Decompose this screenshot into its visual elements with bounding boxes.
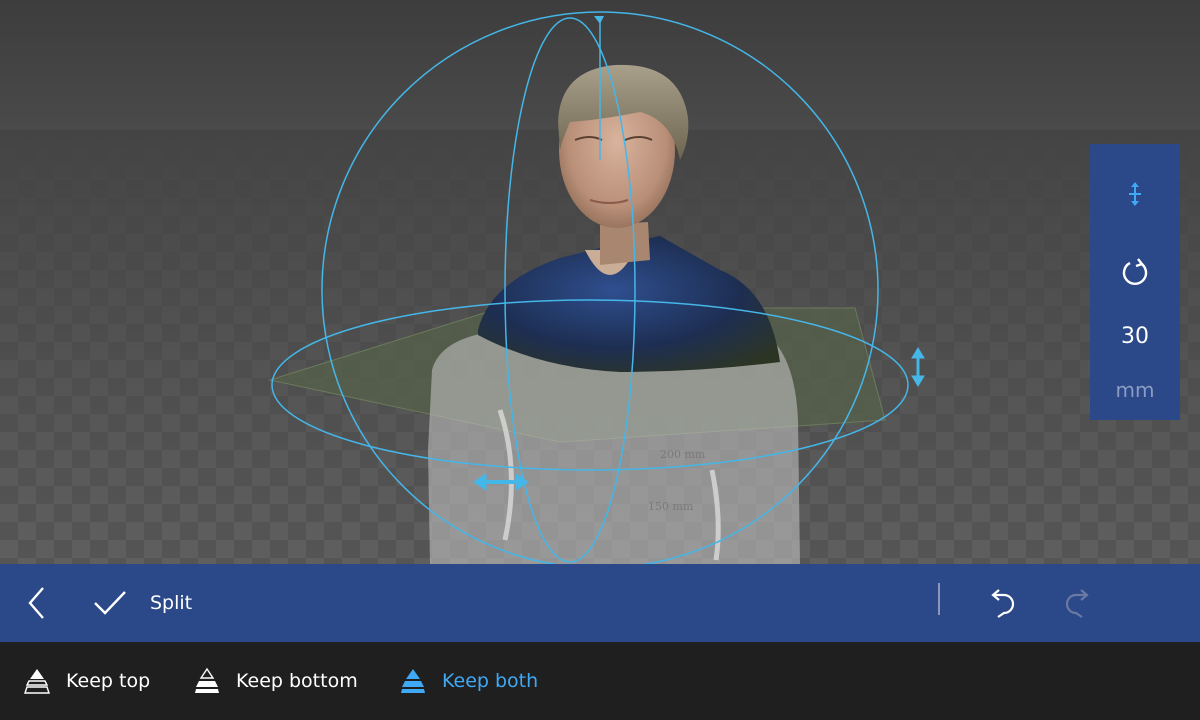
rotate-mode-button[interactable] [1090, 242, 1180, 302]
keep-top-option[interactable]: Keep top [24, 642, 150, 720]
keep-bottom-option[interactable]: Keep bottom [194, 642, 358, 720]
split-options-bar: Keep top Keep bottom Keep both [0, 642, 1200, 720]
rotate-icon [1122, 258, 1148, 285]
undo-button[interactable] [978, 564, 1024, 642]
undo-icon [991, 589, 1015, 618]
transform-panel: 30 mm [1090, 144, 1180, 420]
offset-value[interactable]: 30 [1090, 324, 1180, 349]
keep-top-label: Keep top [66, 670, 151, 692]
scene-canvas[interactable]: 200 mm 150 mm [0, 0, 1200, 564]
chevron-left-icon [28, 587, 44, 619]
top-rotate-handle[interactable] [594, 16, 604, 24]
keep-both-option[interactable]: Keep both [400, 642, 538, 720]
keep-both-label: Keep both [442, 670, 539, 692]
redo-button[interactable] [1056, 564, 1102, 642]
keep-bottom-label: Keep bottom [236, 670, 358, 692]
move-mode-button[interactable] [1090, 164, 1180, 224]
keep-top-icon [24, 669, 50, 694]
back-button[interactable] [12, 564, 62, 642]
keep-bottom-icon [195, 667, 219, 693]
bust-label-a: 200 mm [660, 448, 706, 461]
bust-label-b: 150 mm [648, 500, 694, 513]
offset-unit: mm [1115, 378, 1155, 402]
3d-viewport[interactable]: 200 mm 150 mm [0, 0, 1200, 564]
command-bar: Split [0, 564, 1200, 642]
redo-icon [1065, 589, 1089, 618]
move-arrows-icon [1129, 182, 1141, 206]
command-divider [938, 583, 940, 615]
keep-both-icon [401, 669, 425, 693]
split-button[interactable]: Split [92, 564, 204, 642]
checkmark-icon [94, 591, 126, 615]
split-label: Split [150, 592, 193, 614]
